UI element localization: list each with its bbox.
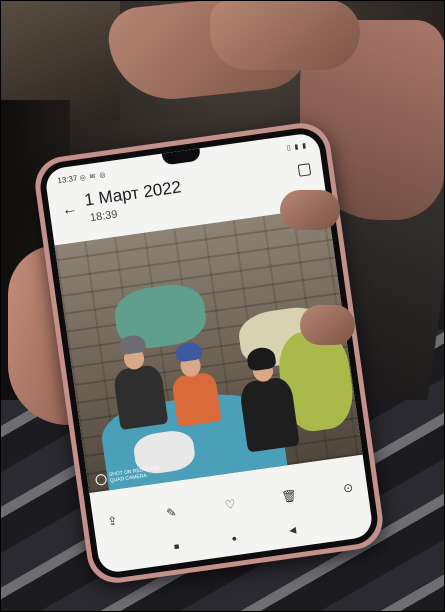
camera-lens-icon [94,473,108,486]
right-finger-upper [280,190,340,230]
top-finger [210,0,360,70]
favorite-icon[interactable]: ♡ [218,496,242,513]
smartphone: 13:37 ◎ ✉ ◎ ▯ ▮ ▮ ← 1 Март 2022 18:39 SH… [31,119,387,587]
photo-date: 1 Март 2022 [83,177,183,210]
delete-icon[interactable]: 🗑 [277,488,301,505]
status-time: 13:37 [56,173,78,185]
bag-icon[interactable] [297,163,312,177]
photo-scene: 13:37 ◎ ✉ ◎ ▯ ▮ ▮ ← 1 Март 2022 18:39 SH… [0,0,445,612]
home-icon[interactable]: ● [231,533,238,544]
nav-back-icon[interactable]: ◀ [288,524,296,536]
more-icon[interactable]: ⊙ [336,479,360,496]
right-finger-lower [300,305,355,345]
back-arrow-icon[interactable]: ← [61,200,79,220]
notification-icons: ◎ ✉ ◎ [79,171,107,182]
recent-apps-icon[interactable]: ■ [173,541,180,552]
status-left: 13:37 ◎ ✉ ◎ [57,169,107,185]
photo-viewer[interactable]: SHOT ON REDMI 9 AI QUAD CAMERA [54,207,363,494]
signal-battery-icons: ▯ ▮ ▮ [286,142,308,153]
photo-time: 18:39 [89,208,119,225]
share-icon[interactable]: ⇪ [101,513,125,530]
edit-icon[interactable]: ✎ [160,504,184,521]
